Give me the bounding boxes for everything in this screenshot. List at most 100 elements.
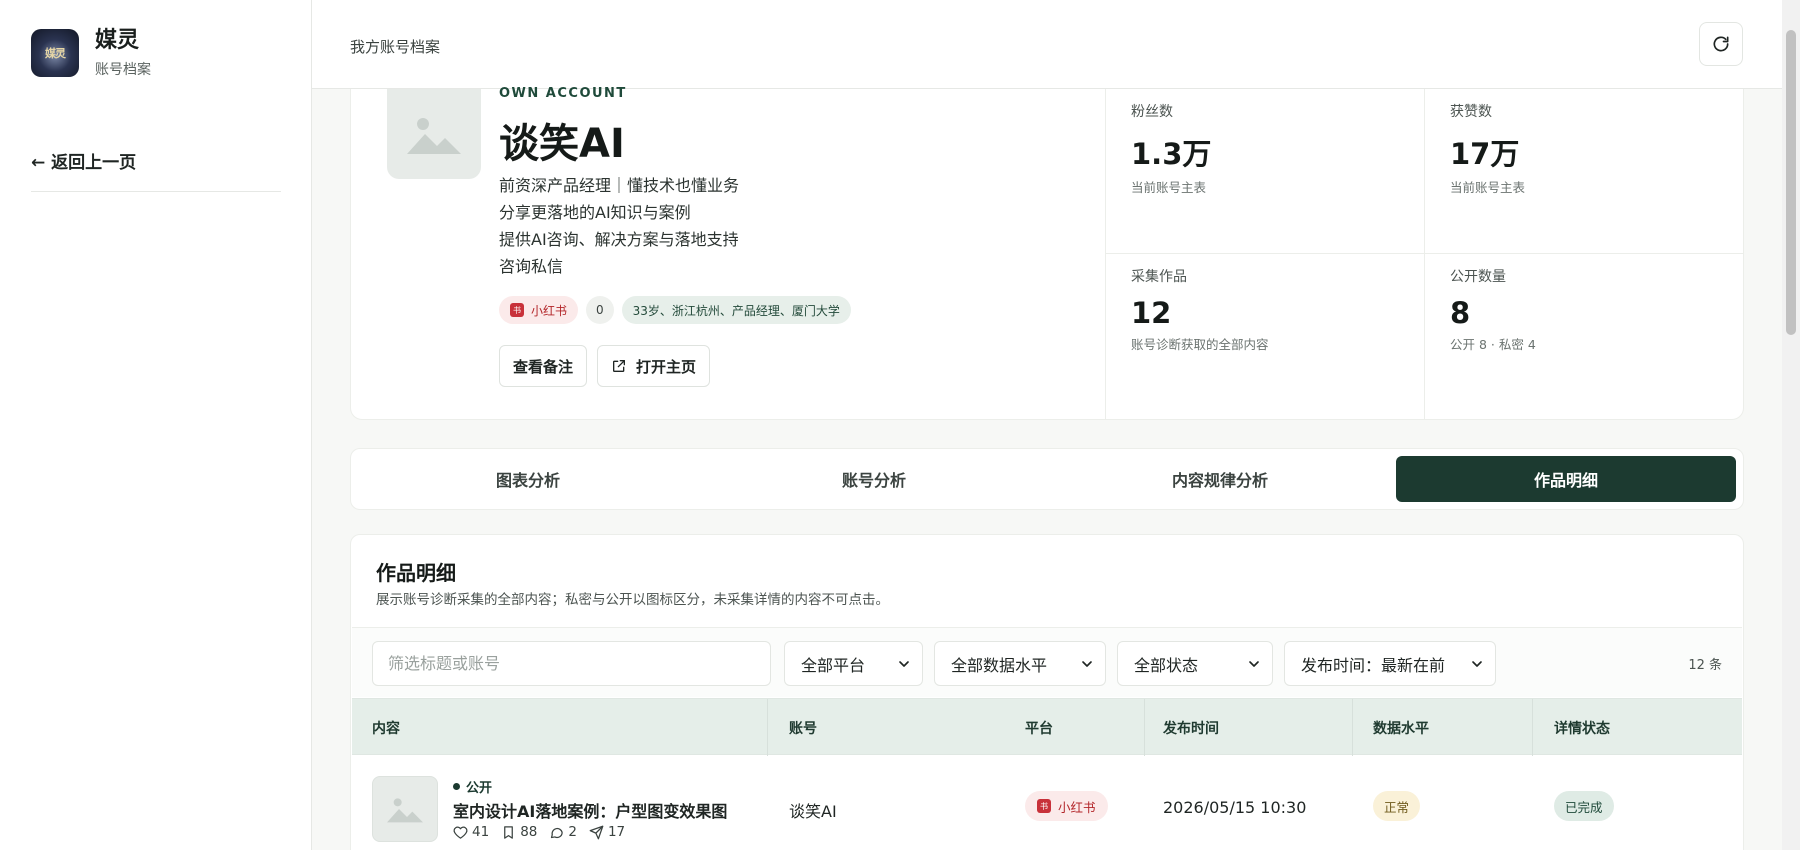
filter-bar: 全部平台 全部数据水平 全部状态 发布时间：最新在前 12 条: [352, 627, 1742, 697]
page-title: 我方账号档案: [350, 38, 441, 56]
column-header-platform[interactable]: 平台: [1025, 718, 1053, 738]
search-input[interactable]: [372, 641, 771, 686]
status-select[interactable]: 全部状态: [1117, 641, 1273, 686]
brand-title: 媒灵: [95, 28, 140, 53]
collects-count: 88: [520, 824, 538, 840]
sidebar: 媒灵 媒灵 账号档案 ← 返回上一页: [0, 0, 312, 850]
brand-logo: 媒灵: [31, 29, 79, 77]
xiaohongshu-icon: 书: [510, 303, 524, 317]
tab-content-pattern[interactable]: 内容规律分析: [1050, 456, 1390, 502]
visibility-badge: 公开: [453, 777, 492, 796]
share-icon: [589, 825, 604, 839]
tab-account-analysis[interactable]: 账号分析: [704, 456, 1044, 502]
chevron-down-icon: [1082, 661, 1092, 667]
column-header-detail-status[interactable]: 详情状态: [1554, 718, 1610, 738]
section-title: 作品明细: [376, 561, 456, 585]
work-title[interactable]: 室内设计AI落地案例：户型图变效果图: [453, 798, 727, 822]
bio-line: 提供AI咨询、解决方案与落地支持: [499, 230, 739, 249]
metric-collects: 88: [501, 824, 537, 840]
xiaohongshu-icon: 书: [1037, 799, 1051, 813]
platform-tag-label: 小红书: [531, 303, 568, 318]
refresh-button[interactable]: [1699, 22, 1743, 66]
table-row[interactable]: 公开 室内设计AI落地案例：户型图变效果图 41 88 2 17 谈笑AI 书: [352, 756, 1742, 850]
platform-select-value: 全部平台: [801, 655, 866, 675]
stat-note: 公开 8 · 私密 4: [1450, 337, 1536, 352]
bio-line: 分享更落地的AI知识与案例: [499, 203, 691, 222]
account-name: 谈笑AI: [499, 121, 625, 167]
column-header-content[interactable]: 内容: [372, 718, 400, 738]
brand: 媒灵 媒灵 账号档案: [31, 29, 151, 79]
back-link[interactable]: ← 返回上一页: [31, 148, 136, 173]
refresh-icon: [1713, 36, 1729, 52]
stat-note: 当前账号主表: [1131, 180, 1207, 195]
data-level-select[interactable]: 全部数据水平: [934, 641, 1106, 686]
page-scrollbar[interactable]: [1782, 0, 1800, 850]
stat-value: 1.3万: [1131, 137, 1212, 171]
publish-time-sort-value: 发布时间：最新在前: [1301, 655, 1446, 675]
stat-note: 当前账号主表: [1450, 180, 1526, 195]
view-notes-button[interactable]: 查看备注: [499, 345, 588, 387]
stat-likes: 获赞数 17万 当前账号主表: [1425, 89, 1744, 254]
column-divider: [1144, 699, 1145, 756]
row-publish-time: 2026/05/15 10:30: [1163, 798, 1307, 817]
stat-label: 获赞数: [1450, 104, 1492, 120]
bio-line: 咨询私信: [499, 257, 564, 276]
column-header-account[interactable]: 账号: [789, 718, 817, 738]
comments-count: 2: [568, 824, 577, 840]
platform-tag: 书 小红书: [499, 296, 579, 324]
works-section: 作品明细 展示账号诊断采集的全部内容；私密与公开以图标区分，未采集详情的内容不可…: [350, 534, 1744, 850]
column-header-data-level[interactable]: 数据水平: [1373, 718, 1429, 738]
platform-select[interactable]: 全部平台: [784, 641, 923, 686]
row-data-level-badge: 正常: [1373, 791, 1421, 821]
result-count: 12 条: [1688, 658, 1722, 673]
chevron-down-icon: [899, 661, 909, 667]
view-notes-label: 查看备注: [513, 357, 574, 376]
work-metrics: 41 88 2 17: [453, 824, 625, 840]
column-header-publish-time[interactable]: 发布时间: [1163, 718, 1219, 738]
column-divider: [767, 699, 768, 756]
account-type-tag: OWN ACCOUNT: [499, 86, 627, 101]
metric-shares: 17: [589, 824, 625, 840]
chevron-down-icon: [1249, 661, 1259, 667]
bookmark-icon: [504, 825, 514, 839]
data-level-select-value: 全部数据水平: [951, 655, 1048, 675]
column-divider: [1532, 699, 1533, 756]
tab-chart-analysis[interactable]: 图表分析: [358, 456, 698, 502]
info-tag: 33岁、浙江杭州、产品经理、厦门大学: [621, 296, 851, 324]
shares-count: 17: [607, 824, 626, 840]
publish-time-sort-select[interactable]: 发布时间：最新在前: [1284, 641, 1496, 686]
stat-value: 17万: [1450, 137, 1520, 171]
profile-actions: 查看备注 打开主页: [499, 345, 711, 387]
public-dot-icon: [453, 783, 460, 790]
bio-line: 前资深产品经理｜懂技术也懂业务: [499, 176, 740, 195]
status-select-value: 全部状态: [1134, 655, 1199, 675]
stats-grid: 粉丝数 1.3万 当前账号主表 获赞数 17万 当前账号主表 采集作品 12 账…: [1105, 89, 1744, 420]
table-header: 内容 账号 平台 发布时间 数据水平 详情状态: [352, 698, 1742, 756]
image-placeholder-icon: [407, 118, 461, 154]
scrollbar-thumb[interactable]: [1786, 30, 1796, 335]
row-platform-label: 小红书: [1058, 799, 1096, 815]
column-divider: [1352, 699, 1353, 756]
topbar: 我方账号档案: [312, 0, 1782, 89]
stat-public-count: 公开数量 8 公开 8 · 私密 4: [1425, 254, 1744, 419]
stat-label: 公开数量: [1450, 269, 1506, 285]
account-tags: 书 小红书 0 33岁、浙江杭州、产品经理、厦门大学: [499, 296, 851, 324]
row-account: 谈笑AI: [789, 802, 837, 821]
chevron-down-icon: [1472, 661, 1482, 667]
tab-works-detail[interactable]: 作品明细: [1396, 456, 1736, 502]
row-platform-badge: 书 小红书: [1025, 791, 1108, 821]
account-bio: 前资深产品经理｜懂技术也懂业务 分享更落地的AI知识与案例 提供AI咨询、解决方…: [499, 172, 739, 280]
analysis-tabs: 图表分析 账号分析 内容规律分析 作品明细: [350, 448, 1744, 510]
section-description: 展示账号诊断采集的全部内容；私密与公开以图标区分，未采集详情的内容不可点击。: [376, 592, 889, 608]
profile-card: OWN ACCOUNT 谈笑AI 前资深产品经理｜懂技术也懂业务 分享更落地的A…: [350, 86, 1744, 420]
stat-value: 12: [1131, 296, 1172, 330]
open-homepage-button[interactable]: 打开主页: [597, 345, 711, 387]
stat-label: 采集作品: [1131, 269, 1187, 285]
comment-icon: [551, 827, 564, 838]
avatar: [387, 89, 481, 179]
row-detail-status-badge: 已完成: [1554, 791, 1614, 821]
open-homepage-label: 打开主页: [636, 357, 697, 376]
work-thumbnail: [372, 776, 438, 842]
stat-value: 8: [1450, 296, 1471, 330]
sidebar-divider: [31, 191, 281, 192]
